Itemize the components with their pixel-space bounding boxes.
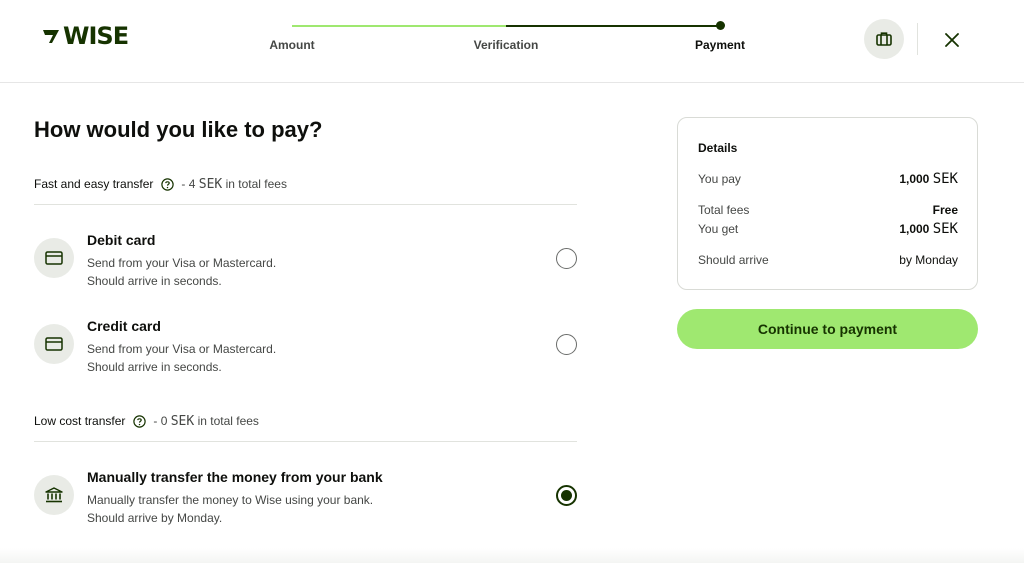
- fee-amount: - 4: [181, 177, 196, 191]
- fee-suffix: in total fees: [197, 414, 259, 428]
- close-button[interactable]: [940, 28, 964, 52]
- option-title: Credit card: [87, 318, 161, 334]
- fee-suffix: in total fees: [225, 177, 287, 191]
- option-icon: [34, 324, 74, 364]
- total-fees-row: Total fees Free: [698, 203, 958, 217]
- top-header: WISE Amount Verification Payment: [0, 0, 1024, 83]
- option-title: Manually transfer the money from your ba…: [87, 469, 383, 485]
- briefcase-button[interactable]: [864, 19, 904, 59]
- bank-icon: [45, 487, 63, 503]
- option-description: Manually transfer the money to Wise usin…: [87, 493, 374, 525]
- section-fast-transfer: Fast and easy transfer - 4 SEK in total …: [34, 177, 577, 205]
- details-title: Details: [698, 141, 738, 155]
- card-icon: [45, 337, 63, 351]
- option-description: Send from your Visa or Mastercard. Shoul…: [87, 342, 277, 374]
- you-pay-value: 1,000 SEK: [899, 171, 958, 187]
- you-get-value: 1,000 SEK: [899, 221, 958, 237]
- page-title: How would you like to pay?: [34, 117, 323, 142]
- continue-to-payment-button[interactable]: Continue to payment: [677, 309, 978, 349]
- section-label: Low cost transfer: [34, 414, 126, 428]
- total-fees-value: Free: [932, 203, 958, 217]
- details-card: Details You pay 1,000 SEK Total fees Fre…: [677, 117, 978, 290]
- radio-bank-transfer[interactable]: [556, 485, 577, 506]
- close-icon: [945, 33, 959, 47]
- step-track-complete: [506, 25, 720, 27]
- option-description: Send from your Visa or Mastercard. Shoul…: [87, 256, 277, 288]
- radio-selected-dot: [561, 490, 572, 501]
- fee-currency: SEK: [198, 177, 223, 192]
- step-amount[interactable]: Amount: [269, 38, 314, 52]
- section-low-cost-transfer: Low cost transfer - 0 SEK in total fees: [34, 414, 577, 442]
- should-arrive-row: Should arrive by Monday: [698, 253, 958, 267]
- you-pay-row: You pay 1,000 SEK: [698, 171, 958, 187]
- should-arrive-value: by Monday: [899, 253, 958, 267]
- briefcase-icon: [876, 32, 892, 46]
- radio-credit-card[interactable]: [556, 334, 577, 355]
- step-verification[interactable]: Verification: [474, 38, 539, 52]
- option-title: Debit card: [87, 232, 156, 248]
- fee-amount: - 0: [153, 414, 168, 428]
- you-get-row: You get 1,000 SEK: [698, 221, 958, 237]
- help-icon[interactable]: [133, 415, 147, 428]
- card-icon: [45, 251, 63, 265]
- section-label: Fast and easy transfer: [34, 177, 154, 191]
- step-payment: Payment: [694, 38, 746, 52]
- fee-currency: SEK: [170, 414, 195, 429]
- help-icon[interactable]: [161, 178, 175, 191]
- header-divider: [917, 23, 918, 55]
- option-icon: [34, 475, 74, 515]
- radio-debit-card[interactable]: [556, 248, 577, 269]
- option-icon: [34, 238, 74, 278]
- bottom-fade: [0, 548, 1024, 563]
- current-step-marker: [716, 21, 725, 30]
